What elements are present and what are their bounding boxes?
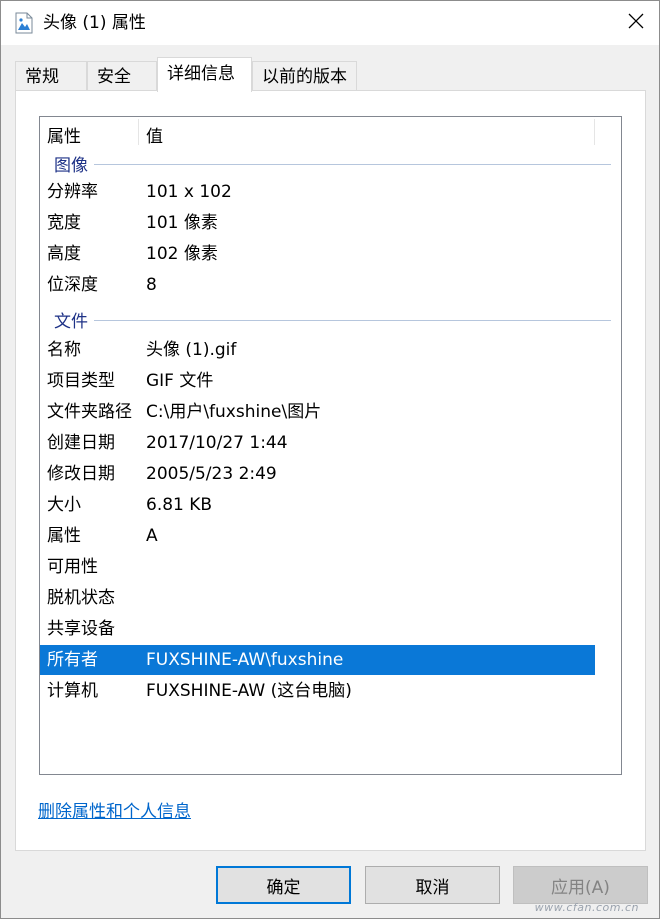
property-name: 计算机 (47, 681, 98, 701)
group-label: 图像 (54, 151, 94, 176)
list-item[interactable]: 计算机 FUXSHINE-AW (这台电脑) (40, 676, 595, 706)
property-name: 共享设备 (47, 619, 115, 639)
property-value: 头像 (1).gif (146, 340, 237, 360)
property-name: 大小 (47, 495, 81, 515)
list-item[interactable]: 名称 头像 (1).gif (40, 335, 595, 365)
list-item[interactable]: 可用性 (40, 552, 595, 582)
property-name: 文件夹路径 (47, 402, 132, 422)
list-item[interactable]: 属性 A (40, 521, 595, 551)
property-name: 所有者 (47, 650, 98, 670)
window-title: 头像 (1) 属性 (43, 13, 146, 33)
list-header: 属性 值 (40, 117, 621, 147)
group-header-file[interactable]: 文件 (40, 306, 621, 332)
column-header-property[interactable]: 属性 (47, 122, 81, 147)
tab-security[interactable]: 安全 (87, 61, 157, 91)
property-name: 可用性 (47, 557, 98, 577)
list-item[interactable]: 项目类型 GIF 文件 (40, 366, 595, 396)
property-value: 8 (146, 275, 157, 295)
group-label: 文件 (54, 307, 94, 332)
group-header-image[interactable]: 图像 (40, 150, 621, 176)
property-value: GIF 文件 (146, 371, 214, 391)
properties-list[interactable]: 属性 值 图像 分辨率 101 x 102 宽度 101 像素 高度 102 像… (39, 116, 622, 775)
close-icon (628, 13, 644, 33)
remove-properties-link[interactable]: 删除属性和个人信息 (38, 797, 191, 822)
list-item[interactable]: 宽度 101 像素 (40, 208, 595, 238)
property-name: 属性 (47, 526, 81, 546)
property-value: 6.81 KB (146, 495, 213, 515)
list-item[interactable]: 高度 102 像素 (40, 239, 595, 269)
property-name: 修改日期 (47, 464, 115, 484)
tab-details[interactable]: 详细信息 (157, 57, 252, 92)
property-value: FUXSHINE-AW (这台电脑) (146, 681, 352, 701)
property-value: C:\用户\fuxshine\图片 (146, 402, 322, 422)
property-name: 脱机状态 (47, 588, 115, 608)
property-value: 2017/10/27 1:44 (146, 433, 288, 453)
column-divider[interactable] (138, 119, 139, 145)
column-header-value[interactable]: 值 (146, 122, 163, 147)
property-value: 2005/5/23 2:49 (146, 464, 277, 484)
close-button[interactable] (613, 1, 659, 45)
property-value: 101 像素 (146, 213, 218, 233)
property-value: 101 x 102 (146, 182, 232, 202)
property-name: 宽度 (47, 213, 81, 233)
list-item[interactable]: 脱机状态 (40, 583, 595, 613)
properties-dialog: 头像 (1) 属性 常规 安全 详细信息 以前的版本 属性 值 图像 分辨率 1… (0, 0, 660, 919)
list-item[interactable]: 分辨率 101 x 102 (40, 177, 595, 207)
list-item[interactable]: 位深度 8 (40, 270, 595, 300)
list-item[interactable]: 创建日期 2017/10/27 1:44 (40, 428, 595, 458)
watermark: www.cfan.com.cn (534, 901, 639, 914)
property-value: FUXSHINE-AW\fuxshine (146, 650, 344, 670)
property-value: 102 像素 (146, 244, 218, 264)
list-item[interactable]: 共享设备 (40, 614, 595, 644)
apply-button[interactable]: 应用(A) (513, 866, 648, 904)
tab-previous-versions[interactable]: 以前的版本 (252, 61, 357, 91)
property-name: 名称 (47, 340, 81, 360)
list-item-selected[interactable]: 所有者 FUXSHINE-AW\fuxshine (40, 645, 595, 675)
list-item[interactable]: 修改日期 2005/5/23 2:49 (40, 459, 595, 489)
ok-button[interactable]: 确定 (216, 866, 351, 904)
group-divider (54, 320, 611, 321)
property-name: 高度 (47, 244, 81, 264)
group-divider (54, 164, 611, 165)
details-panel: 属性 值 图像 分辨率 101 x 102 宽度 101 像素 高度 102 像… (15, 90, 646, 851)
column-divider[interactable] (594, 119, 595, 145)
property-name: 创建日期 (47, 433, 115, 453)
list-item[interactable]: 文件夹路径 C:\用户\fuxshine\图片 (40, 397, 595, 427)
tab-general[interactable]: 常规 (15, 61, 87, 91)
image-file-icon (15, 12, 33, 34)
property-name: 位深度 (47, 275, 98, 295)
list-item[interactable]: 大小 6.81 KB (40, 490, 595, 520)
property-name: 项目类型 (47, 371, 115, 391)
title-bar: 头像 (1) 属性 (1, 1, 659, 45)
cancel-button[interactable]: 取消 (365, 866, 500, 904)
property-value: A (146, 526, 158, 546)
property-name: 分辨率 (47, 182, 98, 202)
